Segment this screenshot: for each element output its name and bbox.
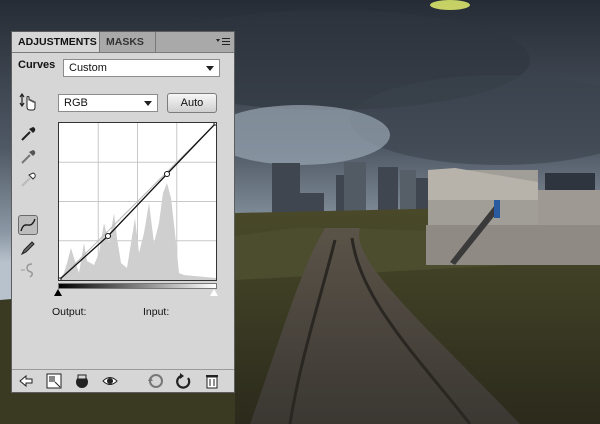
input-label: Input: (143, 306, 170, 318)
black-point-eyedropper-icon[interactable] (18, 124, 38, 144)
panel-tab-bar: ADJUSTMENTS MASKS (12, 32, 234, 53)
tab-masks[interactable]: MASKS (100, 32, 156, 52)
visibility-eye-icon[interactable] (102, 373, 118, 389)
adjustments-panel: ADJUSTMENTS MASKS Curves Custom RGB Auto… (11, 31, 235, 393)
curve-points-tool-icon[interactable] (18, 215, 38, 235)
output-label: Output: (52, 306, 87, 318)
adjustment-title: Curves (18, 59, 56, 71)
chevron-down-icon (206, 66, 214, 71)
channel-value: RGB (64, 97, 88, 109)
input-gradient-bar (58, 283, 217, 289)
clip-to-layer-icon[interactable] (74, 373, 90, 389)
smooth-curve-icon[interactable] (18, 260, 38, 280)
curve-point-white[interactable] (213, 120, 219, 126)
curve-point[interactable] (164, 171, 170, 177)
preset-value: Custom (69, 62, 107, 74)
back-arrow-icon[interactable] (18, 373, 34, 389)
chevron-down-icon (144, 101, 152, 106)
previous-state-icon[interactable] (148, 373, 164, 389)
curve-point[interactable] (105, 233, 111, 239)
channel-dropdown[interactable]: RGB (58, 94, 158, 112)
pencil-draw-icon[interactable] (18, 238, 38, 258)
on-image-adjust-icon[interactable] (18, 92, 38, 112)
gray-point-eyedropper-icon[interactable] (18, 147, 38, 167)
curves-graph[interactable] (56, 120, 219, 283)
reset-icon[interactable] (176, 373, 192, 389)
expand-view-icon[interactable] (46, 373, 62, 389)
delete-icon[interactable] (204, 373, 220, 389)
white-point-slider[interactable] (210, 289, 218, 296)
white-point-eyedropper-icon[interactable] (18, 170, 38, 190)
panel-footer (12, 369, 234, 392)
black-point-slider[interactable] (54, 289, 62, 296)
panel-menu-icon[interactable] (216, 36, 230, 47)
curves-graph-svg (56, 120, 219, 283)
tab-adjustments[interactable]: ADJUSTMENTS (12, 32, 100, 52)
curve-point-black[interactable] (56, 277, 62, 283)
preset-dropdown[interactable]: Custom (63, 59, 220, 77)
auto-button[interactable]: Auto (167, 93, 217, 113)
